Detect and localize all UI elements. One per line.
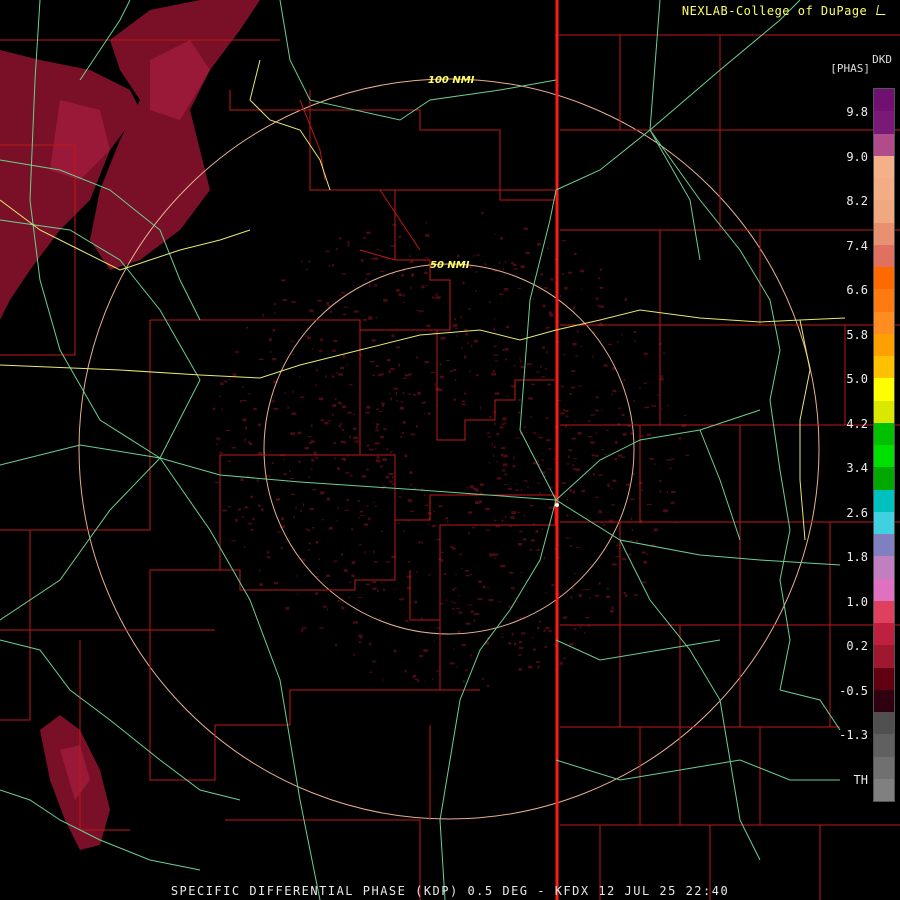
legend-tick-label: 0.2 xyxy=(846,639,868,653)
legend-tick-label: 9.0 xyxy=(846,149,868,164)
legend-tick-label: 2.6 xyxy=(846,505,868,520)
legend-tick-label: 1.0 xyxy=(846,594,868,609)
legend-swatch xyxy=(874,734,894,757)
legend-swatch xyxy=(874,378,894,401)
legend-swatch xyxy=(874,400,894,423)
header-credit: NEXLAB-College of DuPage xyxy=(681,4,887,18)
legend-tick-label: -0.5 xyxy=(839,683,868,698)
legend-swatch xyxy=(874,178,894,201)
legend-swatch xyxy=(874,333,894,356)
legend-swatch xyxy=(874,111,894,134)
legend-swatch xyxy=(874,200,894,223)
legend-swatch xyxy=(874,89,894,112)
legend-swatch xyxy=(874,712,894,735)
legend-swatch xyxy=(874,756,894,779)
legend-swatch xyxy=(874,356,894,379)
legend-swatch xyxy=(874,556,894,579)
legend-swatch xyxy=(874,600,894,623)
legend-swatch xyxy=(874,689,894,712)
legend-swatch xyxy=(874,489,894,512)
legend-tick-label: 5.8 xyxy=(846,327,868,342)
radar-site-marker xyxy=(555,503,559,507)
legend-tick-label: 4.2 xyxy=(846,416,868,431)
legend-swatch xyxy=(874,534,894,557)
legend-swatch xyxy=(874,667,894,690)
credit-text: NEXLAB-College of DuPage xyxy=(681,4,868,18)
small-logo-icon xyxy=(876,5,887,15)
legend-swatch xyxy=(874,267,894,290)
range-label-50: 50 NMI xyxy=(430,260,470,271)
radar-map: 50 NMI 100 NMI xyxy=(0,0,900,900)
color-legend-bar xyxy=(873,88,895,802)
legend-swatch xyxy=(874,222,894,245)
legend-swatch xyxy=(874,578,894,601)
legend-swatch xyxy=(874,244,894,267)
legend-swatch xyxy=(874,778,894,801)
legend-tick-label: -1.3 xyxy=(839,728,868,742)
legend-title: DKD xyxy=(872,53,892,66)
legend-tick-label: 9.8 xyxy=(846,105,868,119)
legend-tick-label: TH xyxy=(853,772,868,787)
legend-swatch xyxy=(874,133,894,156)
legend-swatch xyxy=(874,645,894,668)
legend-swatch xyxy=(874,445,894,468)
legend-swatch xyxy=(874,623,894,646)
legend-swatch xyxy=(874,311,894,334)
legend-swatch xyxy=(874,467,894,490)
range-label-100: 100 NMI xyxy=(428,75,475,86)
legend-swatch xyxy=(874,155,894,178)
product-caption: SPECIFIC DIFFERENTIAL PHASE (KDP) 0.5 DE… xyxy=(170,884,730,898)
legend-tick-label: 5.0 xyxy=(846,372,868,386)
legend-unit: [PHAS] xyxy=(830,62,870,75)
legend-tick-label: 6.6 xyxy=(846,283,868,297)
legend-swatch xyxy=(874,422,894,445)
legend-tick-label: 1.8 xyxy=(846,550,868,564)
legend-tick-label: 8.2 xyxy=(846,194,868,208)
legend-swatch xyxy=(874,289,894,312)
legend-tick-label: 3.4 xyxy=(846,461,868,475)
legend-swatch xyxy=(874,511,894,534)
legend-tick-label: 7.4 xyxy=(846,238,868,253)
